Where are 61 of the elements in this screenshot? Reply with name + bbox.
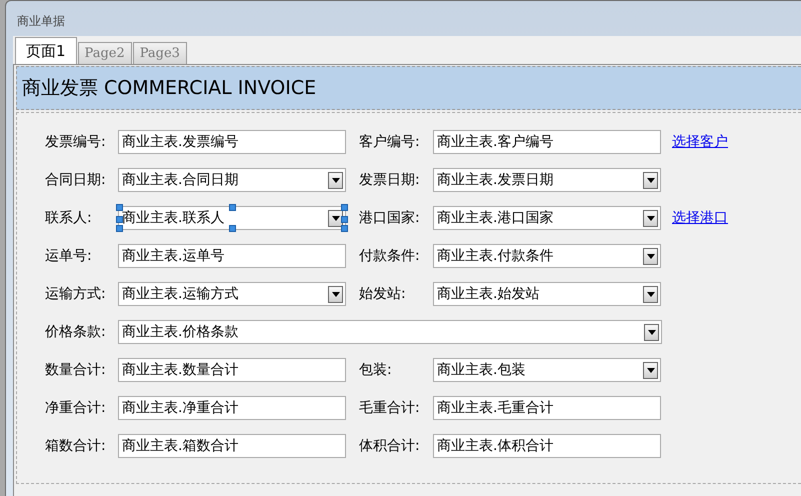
field-label: 发票编号: — [45, 133, 107, 151]
dropdown-button[interactable] — [328, 172, 343, 188]
text-field[interactable]: 商业主表.数量合计 — [118, 358, 346, 382]
combo-box[interactable]: 商业主表.联系人 — [118, 206, 346, 230]
text-field[interactable]: 商业主表.体积合计 — [433, 434, 661, 458]
link[interactable]: 选择客户 — [672, 133, 728, 151]
dropdown-button[interactable] — [644, 324, 659, 340]
text-field[interactable]: 商业主表.箱数合计 — [118, 434, 346, 458]
dropdown-button[interactable] — [328, 210, 343, 226]
field-label: 毛重合计: — [359, 399, 421, 417]
tab[interactable]: Page2 — [78, 42, 132, 64]
field-label: 包装: — [359, 361, 393, 379]
caret-icon — [646, 368, 654, 372]
field-label: 合同日期: — [45, 171, 107, 189]
combo-box[interactable]: 商业主表.价格条款 — [118, 320, 662, 344]
caret-icon — [646, 178, 654, 182]
combo-box[interactable]: 商业主表.付款条件 — [433, 244, 661, 268]
dropdown-button[interactable] — [328, 286, 343, 302]
combo-box[interactable]: 商业主表.合同日期 — [118, 168, 346, 192]
field-label: 港口国家: — [359, 209, 421, 227]
selection-handle[interactable] — [229, 225, 236, 232]
caret-icon — [646, 292, 654, 296]
dropdown-button[interactable] — [643, 286, 658, 302]
field-label: 价格条款: — [45, 323, 107, 341]
text-field[interactable]: 商业主表.净重合计 — [118, 396, 346, 420]
caret-icon — [646, 254, 654, 258]
caret-icon — [332, 178, 340, 182]
field-label: 始发站: — [359, 285, 407, 303]
dropdown-button[interactable] — [643, 210, 658, 226]
field-label: 箱数合计: — [45, 437, 107, 455]
dropdown-button[interactable] — [643, 248, 658, 264]
field-label: 数量合计: — [45, 361, 107, 379]
combo-box[interactable]: 商业主表.包装 — [433, 358, 661, 382]
field-label: 联系人: — [45, 209, 93, 227]
field-label: 付款条件: — [359, 247, 421, 265]
caret-icon — [332, 216, 340, 220]
link[interactable]: 选择港口 — [672, 209, 728, 227]
tab[interactable]: 页面1 — [15, 37, 77, 64]
window-title: 商业单据 — [17, 13, 65, 30]
dropdown-button[interactable] — [643, 362, 658, 378]
combo-box[interactable]: 商业主表.港口国家 — [433, 206, 661, 230]
selection-handle[interactable] — [229, 204, 236, 211]
text-field[interactable]: 商业主表.客户编号 — [433, 130, 661, 154]
caret-icon — [648, 330, 656, 334]
text-field[interactable]: 商业主表.毛重合计 — [433, 396, 661, 420]
field-label: 净重合计: — [45, 399, 107, 417]
header-title: 商业发票 COMMERCIAL INVOICE — [22, 76, 316, 101]
text-field[interactable]: 商业主表.发票编号 — [118, 130, 346, 154]
combo-box[interactable]: 商业主表.运输方式 — [118, 282, 346, 306]
field-label: 发票日期: — [359, 171, 421, 189]
text-field[interactable]: 商业主表.运单号 — [118, 244, 346, 268]
field-label: 体积合计: — [359, 437, 421, 455]
tab[interactable]: Page3 — [132, 42, 187, 64]
combo-box[interactable]: 商业主表.发票日期 — [433, 168, 661, 192]
caret-icon — [646, 216, 654, 220]
field-label: 客户编号: — [359, 133, 421, 151]
caret-icon — [332, 292, 340, 296]
dropdown-button[interactable] — [643, 172, 658, 188]
field-label: 运单号: — [45, 247, 93, 265]
combo-box[interactable]: 商业主表.始发站 — [433, 282, 661, 306]
field-label: 运输方式: — [45, 285, 107, 303]
